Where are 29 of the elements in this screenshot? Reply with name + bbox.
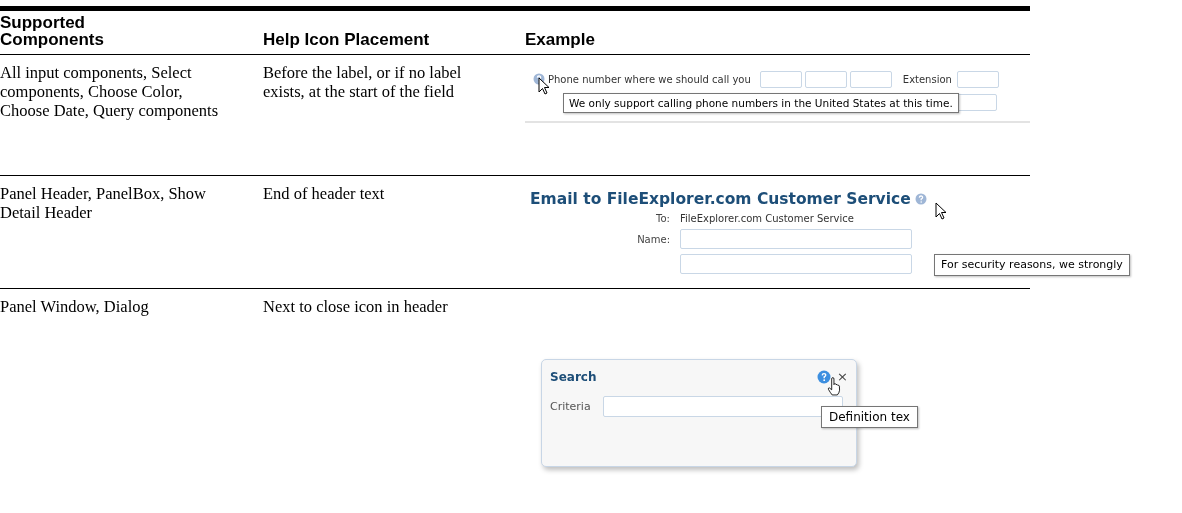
table-cell-text: Before the label, or if no label exists, at the start of the field xyxy=(263,62,463,103)
field-value: FileExplorer.com Customer Service xyxy=(680,213,854,224)
input-field[interactable] xyxy=(680,229,912,249)
field-label: Extension xyxy=(902,73,952,85)
field-label: Name: xyxy=(636,233,670,245)
table-cell-text: End of header text xyxy=(263,183,386,205)
tooltip: Definition tex xyxy=(821,406,918,428)
cursor-icon xyxy=(538,77,550,95)
help-icon[interactable] xyxy=(817,370,832,384)
input-field[interactable] xyxy=(759,70,802,88)
column-header: Help Icon Placement xyxy=(263,31,431,48)
field-label: Phone number where we should call you xyxy=(548,73,751,85)
dialog-title: Search xyxy=(550,370,598,384)
input-field[interactable] xyxy=(804,70,847,88)
table-cell-text: All input components, Select components, Choose Color, Choose Date, Query components xyxy=(0,62,220,122)
field-label: Criteria xyxy=(550,400,591,413)
cursor-icon xyxy=(935,202,947,220)
table-cell-text: Next to close icon in header xyxy=(263,296,449,318)
input-field[interactable] xyxy=(849,70,892,88)
input-field[interactable] xyxy=(680,254,912,274)
column-header: Supported Components xyxy=(0,14,105,48)
tooltip: We only support calling phone numbers in the United States at this time. xyxy=(563,93,959,113)
column-header: Example xyxy=(525,31,596,48)
table-cell-text: Panel Header, PanelBox, Show Detail Header xyxy=(0,183,207,224)
panel-header: Email to FileExplorer.com Customer Service xyxy=(530,190,911,208)
tooltip: For security reasons, we strongly xyxy=(934,254,1130,276)
table-cell-text: Panel Window, Dialog xyxy=(0,296,150,318)
input-field[interactable] xyxy=(956,70,999,88)
field-label: To: xyxy=(655,213,670,224)
